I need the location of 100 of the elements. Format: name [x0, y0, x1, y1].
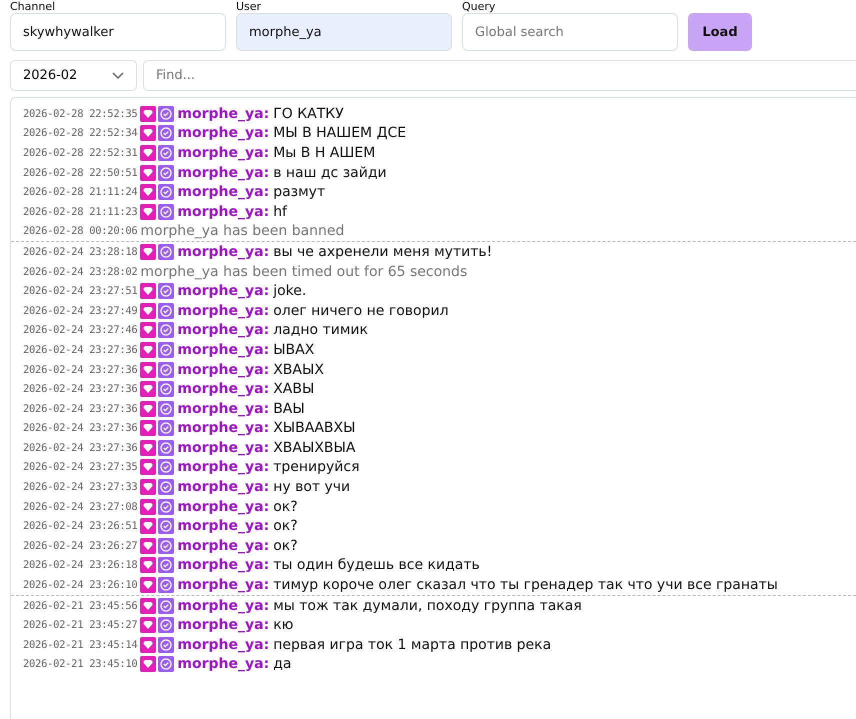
- username[interactable]: morphe_ya:: [177, 204, 270, 220]
- field-label: Channel: [10, 0, 56, 13]
- verified-badge-icon: [158, 184, 174, 200]
- verified-badge-icon: [158, 302, 174, 319]
- message-text: ок?: [273, 538, 298, 554]
- verified-badge-icon: [158, 656, 174, 672]
- username[interactable]: morphe_ya:: [177, 538, 270, 554]
- timestamp: 2026-02-24 23:26:18: [23, 559, 138, 572]
- message-text: ХВАЫХВЫА: [273, 440, 356, 456]
- message-text: в наш дс зайди: [273, 164, 387, 181]
- timestamp: 2026-02-24 23:27:36: [23, 344, 138, 356]
- message-text: да: [273, 656, 292, 672]
- find-field[interactable]: Find...: [143, 60, 856, 91]
- month-select[interactable]: 2026-02: [10, 60, 137, 91]
- message-text: МЫ В НАШЕМ ДСЕ: [273, 125, 406, 142]
- username[interactable]: morphe_ya:: [177, 302, 270, 319]
- timestamp: 2026-02-24 23:27:35: [23, 461, 138, 474]
- username[interactable]: morphe_ya:: [177, 656, 270, 672]
- verified-badge-icon: [158, 617, 174, 634]
- verified-badge-icon: [158, 164, 174, 181]
- username[interactable]: morphe_ya:: [177, 577, 270, 594]
- username[interactable]: morphe_ya:: [177, 440, 270, 456]
- field-label: User: [236, 0, 262, 13]
- verified-badge-icon: [158, 244, 174, 260]
- text-field[interactable]: Global search: [462, 13, 678, 51]
- verified-badge-icon: [158, 322, 174, 338]
- verified-badge-icon: [158, 381, 174, 398]
- timestamp: 2026-02-28 21:11:24: [23, 186, 138, 198]
- text-field[interactable]: skywhywalker: [10, 13, 226, 51]
- username[interactable]: morphe_ya:: [177, 342, 270, 358]
- verified-badge-icon: [158, 518, 174, 534]
- username[interactable]: morphe_ya:: [177, 362, 270, 378]
- verified-badge-icon: [158, 636, 174, 653]
- timestamp: 2026-02-21 23:45:27: [23, 619, 138, 632]
- verified-badge-icon: [158, 144, 174, 161]
- verified-badge-icon: [158, 106, 174, 122]
- username[interactable]: morphe_ya:: [177, 557, 270, 574]
- username[interactable]: morphe_ya:: [177, 106, 270, 122]
- timestamp: 2026-02-21 23:45:14: [23, 638, 138, 651]
- username[interactable]: morphe_ya:: [177, 459, 270, 476]
- timestamp: 2026-02-24 23:28:18: [23, 246, 138, 258]
- timestamp: 2026-02-21 23:45:10: [23, 658, 138, 670]
- chevron-icon: [112, 72, 124, 80]
- verified-badge-icon: [158, 479, 174, 496]
- timestamp: 2026-02-24 23:26:51: [23, 520, 138, 532]
- message-text: hf: [273, 204, 287, 220]
- username[interactable]: morphe_ya:: [177, 498, 270, 515]
- username[interactable]: morphe_ya:: [177, 244, 270, 260]
- timestamp: 2026-02-24 23:28:02: [23, 266, 138, 278]
- text-field[interactable]: morphe_ya: [236, 13, 452, 51]
- timestamp: 2026-02-28 22:50:51: [23, 166, 138, 179]
- timestamp: 2026-02-28 21:11:23: [23, 206, 138, 218]
- verified-badge-icon: [158, 538, 174, 554]
- message-text: ок?: [273, 518, 298, 534]
- username[interactable]: morphe_ya:: [177, 164, 270, 181]
- timestamp: 2026-02-24 23:27:46: [23, 324, 138, 336]
- username[interactable]: morphe_ya:: [177, 617, 270, 634]
- message-text: ЫВАХ: [273, 342, 314, 358]
- timestamp: 2026-02-24 23:27:36: [23, 383, 138, 396]
- username[interactable]: morphe_ya:: [177, 144, 270, 161]
- message-text: кю: [273, 617, 294, 634]
- message-text: ХЫВААВХЫ: [273, 420, 356, 436]
- timestamp: 2026-02-24 23:26:10: [23, 579, 138, 592]
- username[interactable]: morphe_ya:: [177, 479, 270, 496]
- message-text: мы тож так думали, походу группа такая: [273, 598, 582, 614]
- verified-badge-icon: [158, 459, 174, 476]
- verified-badge-icon: [158, 362, 174, 378]
- username[interactable]: morphe_ya:: [177, 400, 270, 417]
- message-text: Мы В Н АШЕМ: [273, 144, 376, 161]
- username[interactable]: morphe_ya:: [177, 598, 270, 614]
- verified-badge-icon: [158, 498, 174, 515]
- message-text: joke.: [273, 283, 306, 300]
- username[interactable]: morphe_ya:: [177, 184, 270, 200]
- message-text: первая игра ток 1 марта против река: [273, 636, 552, 653]
- message-text: вы че ахренели меня мутить!: [273, 244, 492, 260]
- timestamp: 2026-02-24 23:27:08: [23, 500, 138, 513]
- username[interactable]: morphe_ya:: [177, 381, 270, 398]
- timestamp: 2026-02-24 23:27:49: [23, 304, 138, 317]
- timestamp: 2026-02-28 22:52:35: [23, 108, 138, 120]
- timestamp: 2026-02-21 23:45:56: [23, 600, 138, 612]
- verified-badge-icon: [158, 283, 174, 300]
- timestamp: 2026-02-24 23:27:36: [23, 442, 138, 454]
- verified-badge-icon: [158, 342, 174, 358]
- timestamp: 2026-02-28 00:20:06: [23, 225, 138, 238]
- username[interactable]: morphe_ya:: [177, 125, 270, 142]
- username[interactable]: morphe_ya:: [177, 283, 270, 300]
- username[interactable]: morphe_ya:: [177, 322, 270, 338]
- load-button[interactable]: Load: [688, 13, 752, 51]
- verified-badge-icon: [158, 557, 174, 574]
- timestamp: 2026-02-28 22:52:31: [23, 146, 138, 159]
- username[interactable]: morphe_ya:: [177, 518, 270, 534]
- username[interactable]: morphe_ya:: [177, 420, 270, 436]
- verified-badge-icon: [158, 125, 174, 142]
- system-message: morphe_ya has been banned: [140, 223, 344, 240]
- message-text: ок?: [273, 498, 298, 515]
- message-text: ВАЫ: [273, 400, 305, 417]
- username[interactable]: morphe_ya:: [177, 636, 270, 653]
- verified-badge-icon: [158, 420, 174, 436]
- verified-badge-icon: [158, 440, 174, 456]
- message-text: размут: [273, 184, 326, 200]
